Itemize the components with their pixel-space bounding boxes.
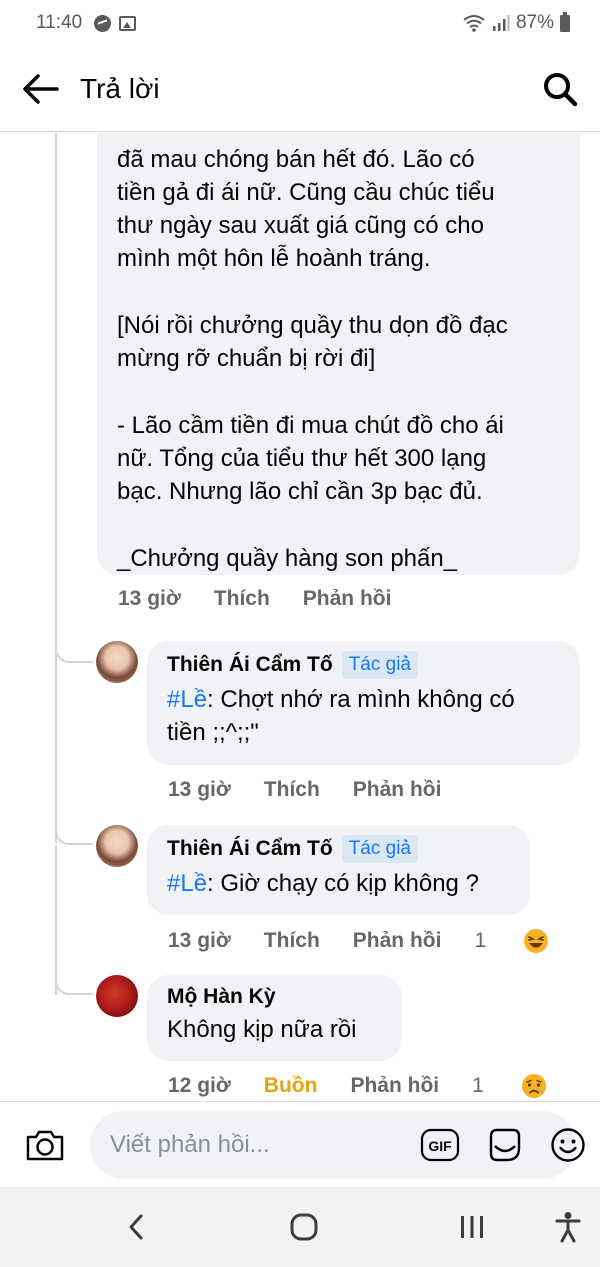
reaction-summary[interactable]: 1 [474,928,549,954]
parent-comment-actions: 13 giờ Thích Phản hồi [118,587,424,611]
avatar[interactable] [96,825,138,867]
author-badge: Tác giả [341,651,418,679]
composer-box: GIF [90,1110,585,1179]
comment-text: #Lề: Chợt nhớ ra mình không có tiền ;;^;… [167,686,515,746]
search-icon [544,72,578,106]
gallery-icon [119,15,137,31]
nav-recents-button[interactable] [452,1187,492,1267]
comment-text: Không kịp nữa rồi [167,1016,357,1043]
author-line: Mộ Hàn Kỳ [167,985,382,1009]
camera-icon [26,1130,64,1160]
comment-paragraph: [Nói rồi chưởng quầy thu dọn đồ đạc mừng… [117,312,508,372]
reply-composer: GIF [0,1101,600,1187]
comment-paragraph: _Chưởng quầy hàng son phấn_ [117,545,458,572]
system-nav-bar [0,1187,600,1267]
reply-bubble: Thiên Ái Cẩm Tố Tác giả #Lề: Giờ chạy có… [147,825,530,915]
thread-line [55,845,57,995]
reply-button[interactable]: Phản hồi [353,929,442,953]
search-button[interactable] [520,46,600,132]
nav-accessibility-button[interactable] [550,1187,586,1267]
status-time: 11:40 [36,12,83,33]
camera-button[interactable] [0,1127,90,1163]
reaction-summary[interactable]: 1 [472,1073,547,1099]
back-arrow-icon [23,73,59,104]
notification-icons [94,14,137,32]
comment-time: 13 giờ [168,778,231,801]
thread-connector [55,825,93,845]
mention-link[interactable]: #Lề [167,870,207,897]
author-line: Thiên Ái Cẩm Tố Tác giả [167,651,560,679]
thread-connector [55,643,93,663]
reply-button[interactable]: Phản hồi [303,587,392,611]
nav-back-button[interactable] [118,1187,154,1267]
comment-paragraph: đã mau chóng bán hết đó. Lão có tiền gả … [117,146,495,272]
app-header: Trả lời [0,46,600,132]
reaction-count: 1 [472,1074,484,1097]
svg-text:GIF: GIF [428,1138,452,1154]
battery-percent: 87% [515,12,554,33]
comment-time: 13 giờ [118,587,181,610]
author-line: Thiên Ái Cẩm Tố Tác giả [167,835,510,863]
battery-icon [560,11,570,32]
comment-time: 13 giờ [168,929,231,952]
signal-icon [492,15,510,31]
comment-thread: đã mau chóng bán hết đó. Lão có tiền gả … [0,133,600,1101]
thread-line [55,663,57,843]
comment-paragraph: - Lão cầm tiền đi mua chút đồ cho ái nữ.… [117,412,504,505]
comment-time: 12 giờ [168,1074,231,1097]
comment-text: #Lề: Giờ chạy có kịp không ? [167,870,479,897]
messenger-icon [94,14,112,32]
author-name[interactable]: Thiên Ái Cẩm Tố [167,653,333,677]
reply-button[interactable]: Phản hồi [350,1074,439,1098]
avatar[interactable] [96,641,138,683]
composer-icons: GIF [420,1126,586,1164]
parent-comment-bubble: đã mau chóng bán hết đó. Lão có tiền gả … [97,133,580,575]
wifi-icon [463,15,485,32]
page-title: Trả lời [80,72,160,104]
author-name[interactable]: Thiên Ái Cẩm Tố [167,837,333,861]
author-badge: Tác giả [341,835,418,863]
mention-link[interactable]: #Lề [167,686,207,713]
nav-back-icon [129,1214,143,1240]
reply-actions: 13 giờ Thích Phản hồi [168,778,474,802]
nav-home-icon [290,1213,318,1241]
reply-actions: 13 giờ Thích Phản hồi 1 [168,928,582,954]
status-bar: 11:40 87% [0,0,600,46]
like-button[interactable]: Thích [214,587,270,611]
avatar[interactable] [96,975,138,1017]
sticker-icon[interactable] [486,1126,524,1164]
sad-emoji-icon [521,1074,546,1098]
sad-reaction-button[interactable]: Buồn [264,1074,318,1098]
back-button[interactable] [0,46,80,132]
emoji-icon[interactable] [550,1127,586,1163]
nav-recents-icon [461,1216,483,1238]
status-right: 87% [462,11,570,34]
like-button[interactable]: Thích [264,929,320,953]
gif-icon[interactable]: GIF [420,1128,460,1162]
reply-button[interactable]: Phản hồi [353,778,442,802]
like-button[interactable]: Thích [264,778,320,802]
thread-line [55,133,57,663]
thread-connector [55,975,93,995]
reply-bubble: Thiên Ái Cẩm Tố Tác giả #Lề: Chợt nhớ ra… [147,641,580,765]
reply-input[interactable] [110,1130,420,1159]
laughing-emoji-icon [524,929,549,953]
reply-actions: 12 giờ Buồn Phản hồi 1 [168,1073,580,1099]
author-name[interactable]: Mộ Hàn Kỳ [167,985,276,1009]
nav-home-button[interactable] [284,1187,324,1267]
reply-bubble: Mộ Hàn Kỳ Không kịp nữa rồi [147,975,402,1061]
reaction-count: 1 [474,929,487,952]
accessibility-icon [555,1212,581,1243]
